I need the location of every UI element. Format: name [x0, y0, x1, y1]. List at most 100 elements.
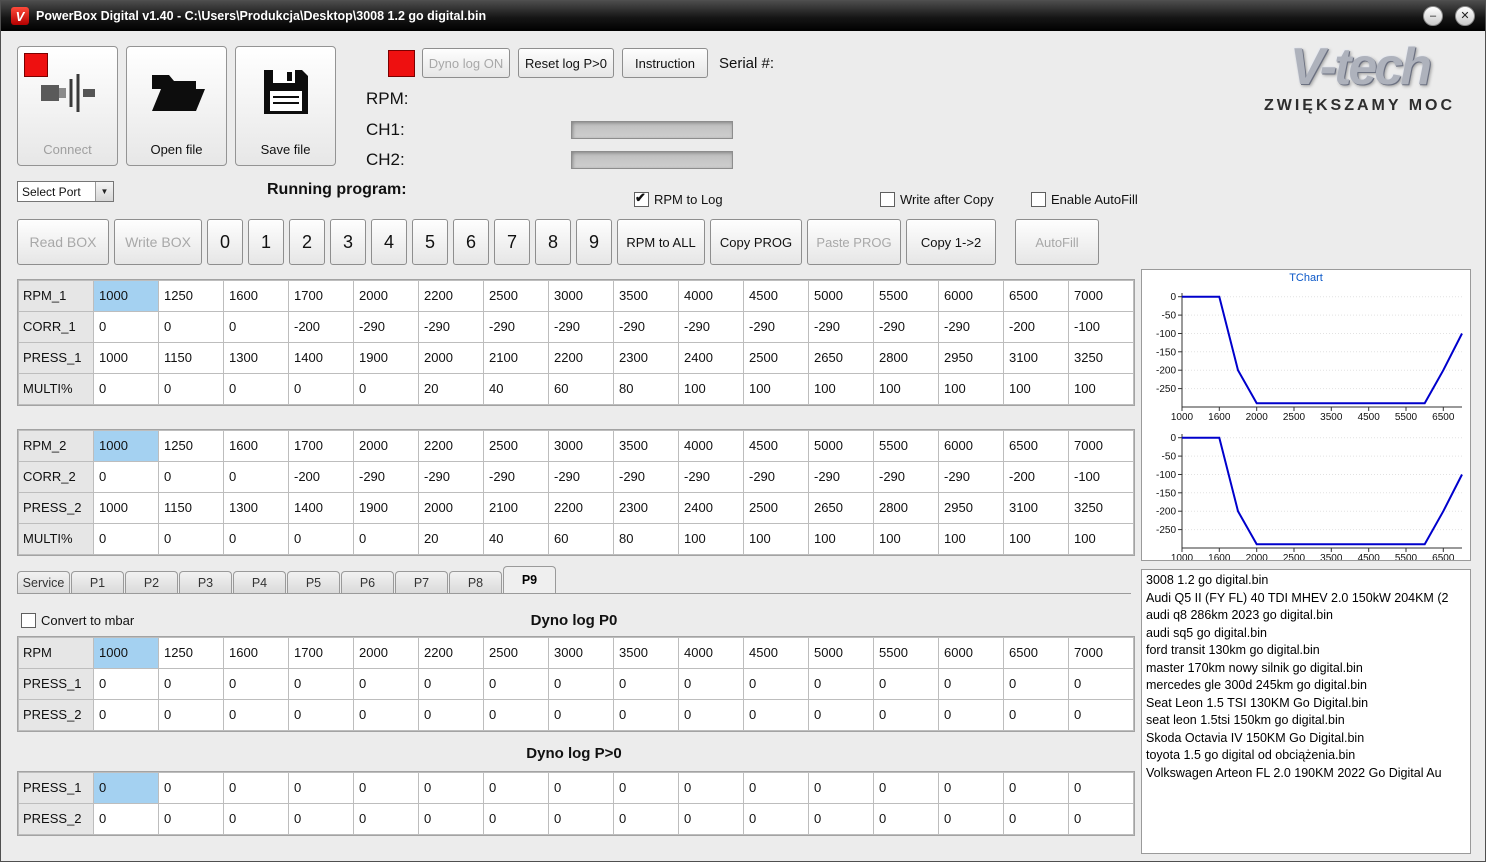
table-cell[interactable]: 0 [94, 462, 158, 492]
table-cell[interactable]: -290 [809, 312, 873, 342]
table-cell[interactable]: 5500 [874, 281, 938, 311]
table-cell[interactable]: 2000 [354, 431, 418, 461]
table-cell[interactable]: 0 [549, 700, 613, 730]
table-cell[interactable]: 100 [874, 374, 938, 404]
table-cell[interactable]: 1600 [224, 281, 288, 311]
tab-p6[interactable]: P6 [341, 571, 394, 593]
table-cell[interactable]: 0 [1069, 804, 1133, 834]
table-cell[interactable]: 5000 [809, 638, 873, 668]
table-cell[interactable]: 0 [94, 312, 158, 342]
table-cell[interactable]: 0 [419, 700, 483, 730]
table-cell[interactable]: 5500 [874, 431, 938, 461]
table-cell[interactable]: 2200 [419, 638, 483, 668]
table-cell[interactable]: 100 [809, 524, 873, 554]
table-cell[interactable]: -290 [614, 462, 678, 492]
table-cell[interactable]: 80 [614, 374, 678, 404]
table-cell[interactable]: 100 [1069, 524, 1133, 554]
table-cell[interactable]: 2650 [809, 343, 873, 373]
tab-p5[interactable]: P5 [287, 571, 340, 593]
table-cell[interactable]: 0 [1069, 700, 1133, 730]
table-cell[interactable]: 1250 [159, 281, 223, 311]
table-cell[interactable]: 2650 [809, 493, 873, 523]
copy-prog-button[interactable]: Copy PROG [710, 219, 802, 265]
table-cell[interactable]: 1300 [224, 343, 288, 373]
table-cell[interactable]: 4000 [679, 431, 743, 461]
table-cell[interactable]: 2300 [614, 493, 678, 523]
table-cell[interactable]: 0 [354, 669, 418, 699]
table-cell[interactable]: 1700 [289, 638, 353, 668]
digit-button-0[interactable]: 0 [207, 219, 243, 265]
table-cell[interactable]: 3250 [1069, 343, 1133, 373]
table-cell[interactable]: 100 [874, 524, 938, 554]
select-port-dropdown[interactable]: Select Port ▼ [17, 181, 114, 202]
table-cell[interactable]: 2200 [419, 281, 483, 311]
table-cell[interactable]: 0 [484, 804, 548, 834]
table-cell[interactable]: 0 [289, 700, 353, 730]
table-cell[interactable]: 3500 [614, 638, 678, 668]
table-cell[interactable]: 6500 [1004, 638, 1068, 668]
connect-button[interactable]: Connect [17, 46, 118, 166]
table-cell[interactable]: 0 [744, 700, 808, 730]
table-cell[interactable]: 0 [874, 669, 938, 699]
table-cell[interactable]: 3500 [614, 281, 678, 311]
table-cell[interactable]: 2200 [549, 343, 613, 373]
table-cell[interactable]: -290 [679, 462, 743, 492]
table-cell[interactable]: 6500 [1004, 431, 1068, 461]
table-cell[interactable]: 0 [549, 804, 613, 834]
table-cell[interactable]: -290 [939, 462, 1003, 492]
table-cell[interactable]: -200 [1004, 312, 1068, 342]
table-cell[interactable]: 1000 [94, 638, 158, 668]
tab-p2[interactable]: P2 [125, 571, 178, 593]
file-list-item[interactable]: Skoda Octavia IV 150KM Go Digital.bin [1142, 730, 1470, 748]
table-cell[interactable]: 6000 [939, 638, 1003, 668]
table-cell[interactable]: 1600 [224, 638, 288, 668]
table-cell[interactable]: 40 [484, 374, 548, 404]
table-cell[interactable]: 1150 [159, 343, 223, 373]
file-list-item[interactable]: Volkswagen Arteon FL 2.0 190KM 2022 Go D… [1142, 765, 1470, 783]
table-cell[interactable]: 0 [614, 804, 678, 834]
table-cell[interactable]: 1300 [224, 493, 288, 523]
table-cell[interactable]: 4000 [679, 281, 743, 311]
file-list-item[interactable]: master 170km nowy silnik go digital.bin [1142, 660, 1470, 678]
table-cell[interactable]: 0 [419, 804, 483, 834]
table-cell[interactable]: 0 [94, 773, 158, 803]
table-cell[interactable]: 2200 [419, 431, 483, 461]
table-cell[interactable]: 0 [354, 773, 418, 803]
table-cell[interactable]: -290 [354, 462, 418, 492]
table-cell[interactable]: 3000 [549, 638, 613, 668]
digit-button-8[interactable]: 8 [535, 219, 571, 265]
table-cell[interactable]: 40 [484, 524, 548, 554]
table-cell[interactable]: 0 [224, 804, 288, 834]
table-cell[interactable]: 0 [484, 669, 548, 699]
table-cell[interactable]: 0 [939, 669, 1003, 699]
table-cell[interactable]: 4500 [744, 281, 808, 311]
table-cell[interactable]: 1000 [94, 343, 158, 373]
table-cell[interactable]: 0 [809, 669, 873, 699]
table-cell[interactable]: 0 [744, 804, 808, 834]
table-cell[interactable]: 0 [809, 804, 873, 834]
table-cell[interactable]: 0 [224, 669, 288, 699]
table-cell[interactable]: 0 [809, 773, 873, 803]
table-cell[interactable]: 2100 [484, 493, 548, 523]
table-cell[interactable]: 7000 [1069, 281, 1133, 311]
table-cell[interactable]: 1600 [224, 431, 288, 461]
table-cell[interactable]: 0 [224, 374, 288, 404]
table-cell[interactable]: 100 [744, 374, 808, 404]
tab-service[interactable]: Service [17, 571, 70, 593]
table-cell[interactable]: 5000 [809, 431, 873, 461]
table-cell[interactable]: 4500 [744, 638, 808, 668]
file-list-item[interactable]: 3008 1.2 go digital.bin [1142, 572, 1470, 590]
table-cell[interactable]: 0 [484, 773, 548, 803]
reset-log-button[interactable]: Reset log P>0 [518, 48, 614, 78]
digit-button-7[interactable]: 7 [494, 219, 530, 265]
tab-p3[interactable]: P3 [179, 571, 232, 593]
table-cell[interactable]: 100 [939, 374, 1003, 404]
table-cell[interactable]: 0 [939, 773, 1003, 803]
table-cell[interactable]: 0 [224, 462, 288, 492]
table-cell[interactable]: -290 [874, 462, 938, 492]
table-cell[interactable]: 0 [289, 669, 353, 699]
file-list-item[interactable]: seat leon 1.5tsi 150km go digital.bin [1142, 712, 1470, 730]
minimize-button[interactable]: – [1423, 6, 1443, 26]
table-cell[interactable]: 0 [354, 804, 418, 834]
table-cell[interactable]: 0 [679, 669, 743, 699]
